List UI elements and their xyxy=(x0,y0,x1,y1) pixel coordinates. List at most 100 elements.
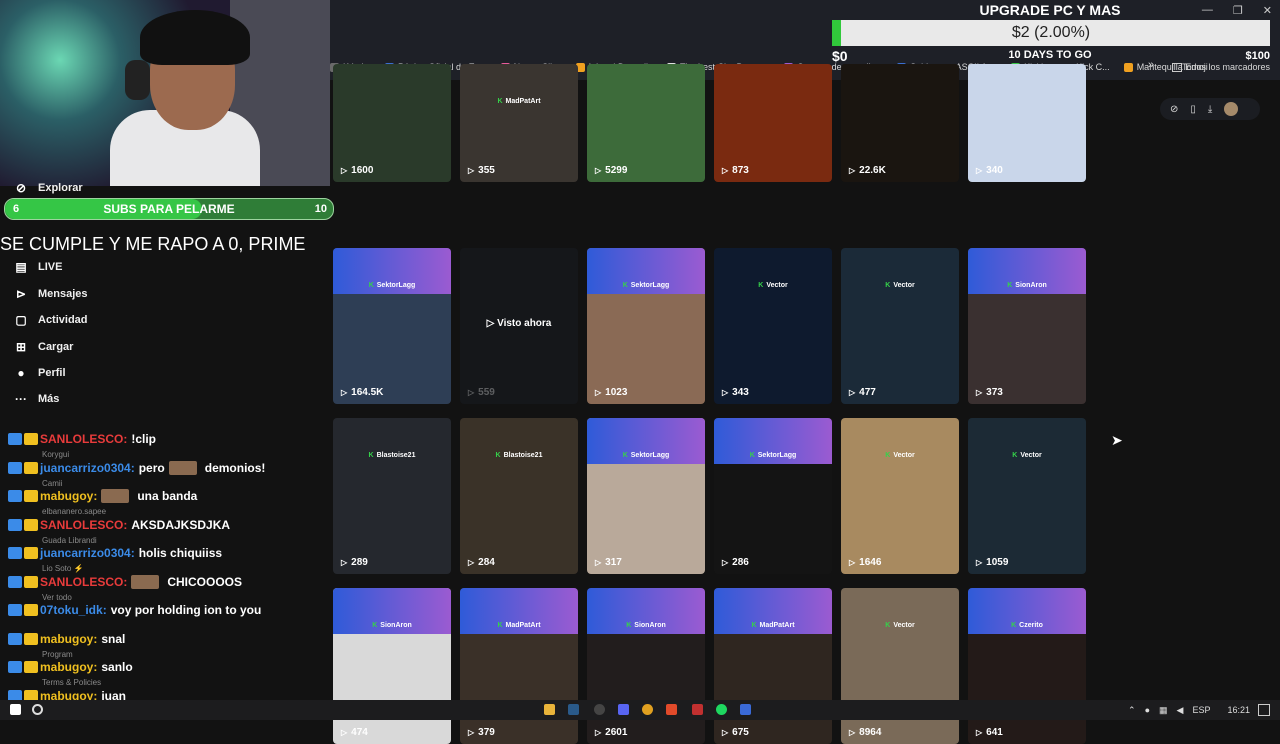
video-tile[interactable]: K MadPatArt ▷ 355 xyxy=(460,64,578,182)
video-tile[interactable]: K Czerito ▷ 641 xyxy=(968,588,1086,744)
view-count-value: 2601 xyxy=(605,727,628,738)
video-tile[interactable]: ▷ 340 xyxy=(968,64,1086,182)
chevron-up-icon[interactable]: ⌃ xyxy=(1128,705,1136,716)
language-indicator[interactable]: ESP xyxy=(1192,705,1210,715)
video-tile[interactable]: K SektorLagg ▷ 317 xyxy=(587,418,705,574)
video-tile[interactable]: K MadPatArt ▷ 379 xyxy=(460,588,578,744)
clock[interactable]: 16:21 xyxy=(1227,705,1250,715)
creator-name: SektorLagg xyxy=(630,452,670,459)
chat-text: snal xyxy=(101,631,126,646)
view-count: ▷ 22.6K xyxy=(849,165,886,176)
video-tile[interactable]: K Vector ▷ 1059 xyxy=(968,418,1086,574)
chat-text: holis chiquiiss xyxy=(138,546,223,560)
volume-icon[interactable]: ◀ xyxy=(1177,705,1184,716)
video-tile[interactable]: K Blastoise21 ▷ 289 xyxy=(333,418,451,574)
sidebar-item-actividad[interactable]: ▢ Actividad xyxy=(14,313,88,327)
obs-icon[interactable] xyxy=(594,704,605,715)
spotify-icon[interactable] xyxy=(716,704,727,715)
view-count-value: 1600 xyxy=(351,165,374,176)
play-icon: ▷ xyxy=(722,166,729,175)
emote-icon xyxy=(101,489,130,503)
system-tray: ⌃ ● ▦ ◀ ESP 16:21 xyxy=(1128,700,1250,720)
chrome-icon[interactable] xyxy=(642,704,653,715)
discord-icon[interactable] xyxy=(618,704,629,715)
video-tile[interactable]: ▷ 873 xyxy=(714,64,832,182)
phone-icon[interactable]: ▯ xyxy=(1190,104,1196,115)
play-icon: ▷ xyxy=(722,388,729,397)
video-tile[interactable]: ▷ Visto ahora ▷ 559 xyxy=(460,248,578,404)
video-tile[interactable]: ▷ 5299 xyxy=(587,64,705,182)
sidebar-item-label: Actividad xyxy=(38,314,88,326)
emote-icon xyxy=(131,574,160,589)
badge-icon xyxy=(24,632,38,645)
video-tile[interactable]: K Vector ▷ 1646 xyxy=(841,418,959,574)
file-explorer-icon[interactable] xyxy=(544,704,555,715)
view-count-value: 675 xyxy=(732,727,749,738)
app-icon[interactable] xyxy=(740,704,751,715)
play-icon: ▷ xyxy=(976,558,983,567)
sidebar-item-mensajes[interactable]: ⊳ Mensajes xyxy=(14,287,88,301)
view-count: ▷ 675 xyxy=(722,727,749,738)
sidebar-item-cargar[interactable]: ⊞ Cargar xyxy=(14,340,74,354)
creator-tag: K Vector xyxy=(841,622,959,629)
notifications-icon[interactable] xyxy=(1258,704,1270,716)
search-icon[interactable] xyxy=(32,704,43,715)
avatar-icon: ● xyxy=(17,366,25,380)
sidebar-item-explorar[interactable]: ⊘ Explorar xyxy=(14,181,83,195)
chat-message: juancarrizo0304: holis chiquiiss xyxy=(8,544,222,562)
play-icon: ▷ xyxy=(722,728,729,737)
kick-icon: K xyxy=(885,282,891,289)
play-icon: ▷ xyxy=(595,558,602,567)
sidebar-item-label: Más xyxy=(38,393,60,405)
media-icon[interactable] xyxy=(692,704,703,715)
windows-start-icon[interactable] xyxy=(10,704,21,715)
video-tile[interactable]: K Vector ▷ 343 xyxy=(714,248,832,404)
download-icon[interactable]: ⤓ xyxy=(1208,104,1212,115)
microphone-icon[interactable]: ● xyxy=(1145,705,1150,715)
brave-icon[interactable] xyxy=(666,704,677,715)
video-tile[interactable]: K SionAron ▷ 474 xyxy=(333,588,451,744)
chat-username: juancarrizo0304: xyxy=(40,546,135,560)
video-tile[interactable]: ▷ 22.6K xyxy=(841,64,959,182)
view-count-value: 317 xyxy=(605,557,622,568)
sidebar-item-perfil[interactable]: ● Perfil xyxy=(14,366,65,380)
view-count-value: 284 xyxy=(478,557,495,568)
view-count: ▷ 379 xyxy=(468,727,495,738)
video-tile[interactable]: ▷ 1600 xyxy=(333,64,451,182)
kick-icon: K xyxy=(368,282,374,289)
sidebar-item-label: LIVE xyxy=(38,261,63,273)
creator-tag: K SionAron xyxy=(968,282,1086,289)
video-tile[interactable]: K SektorLagg ▷ 1023 xyxy=(587,248,705,404)
badge-icon xyxy=(24,547,38,559)
creator-tag: K SektorLagg xyxy=(333,282,451,289)
profile-avatar[interactable] xyxy=(1224,102,1239,116)
video-tile[interactable]: K SektorLagg ▷ 164.5K xyxy=(333,248,451,404)
video-tile[interactable]: K Vector ▷ 477 xyxy=(841,248,959,404)
creator-tag: K Czerito xyxy=(968,622,1086,629)
creator-tag: K MadPatArt xyxy=(460,98,578,105)
view-count: ▷ 317 xyxy=(595,557,622,568)
view-count-value: 343 xyxy=(732,387,749,398)
creator-name: Vector xyxy=(766,282,788,289)
sidebar-item-más[interactable]: ··· Más xyxy=(14,392,59,406)
sidebar-item-live[interactable]: ▤ LIVE xyxy=(14,260,62,274)
view-count: ▷ 1600 xyxy=(341,165,373,176)
video-tile[interactable]: K SektorLagg ▷ 286 xyxy=(714,418,832,574)
upload-icon: ⊞ xyxy=(15,340,27,354)
video-tile[interactable]: K SionAron ▷ 2601 xyxy=(587,588,705,744)
creator-tag: K Blastoise21 xyxy=(460,452,578,459)
chat-text: CHICOOOOS xyxy=(167,574,243,589)
play-icon: ▷ xyxy=(468,388,475,397)
video-tile[interactable]: K Vector ▷ 8964 xyxy=(841,588,959,744)
chat-message: mabugoy: snal xyxy=(8,630,125,648)
video-tile[interactable]: K Blastoise21 ▷ 284 xyxy=(460,418,578,574)
steam-icon[interactable] xyxy=(568,704,579,715)
video-tile[interactable]: K MadPatArt ▷ 675 xyxy=(714,588,832,744)
headset-icon xyxy=(125,60,150,100)
creator-tag: K MadPatArt xyxy=(714,622,832,629)
creator-tag: K Vector xyxy=(968,452,1086,459)
compass-icon[interactable]: ⊘ xyxy=(1170,104,1178,115)
network-icon[interactable]: ▦ xyxy=(1159,705,1168,716)
taskbar: ⌃ ● ▦ ◀ ESP 16:21 xyxy=(0,700,1280,720)
video-tile[interactable]: K SionAron ▷ 373 xyxy=(968,248,1086,404)
